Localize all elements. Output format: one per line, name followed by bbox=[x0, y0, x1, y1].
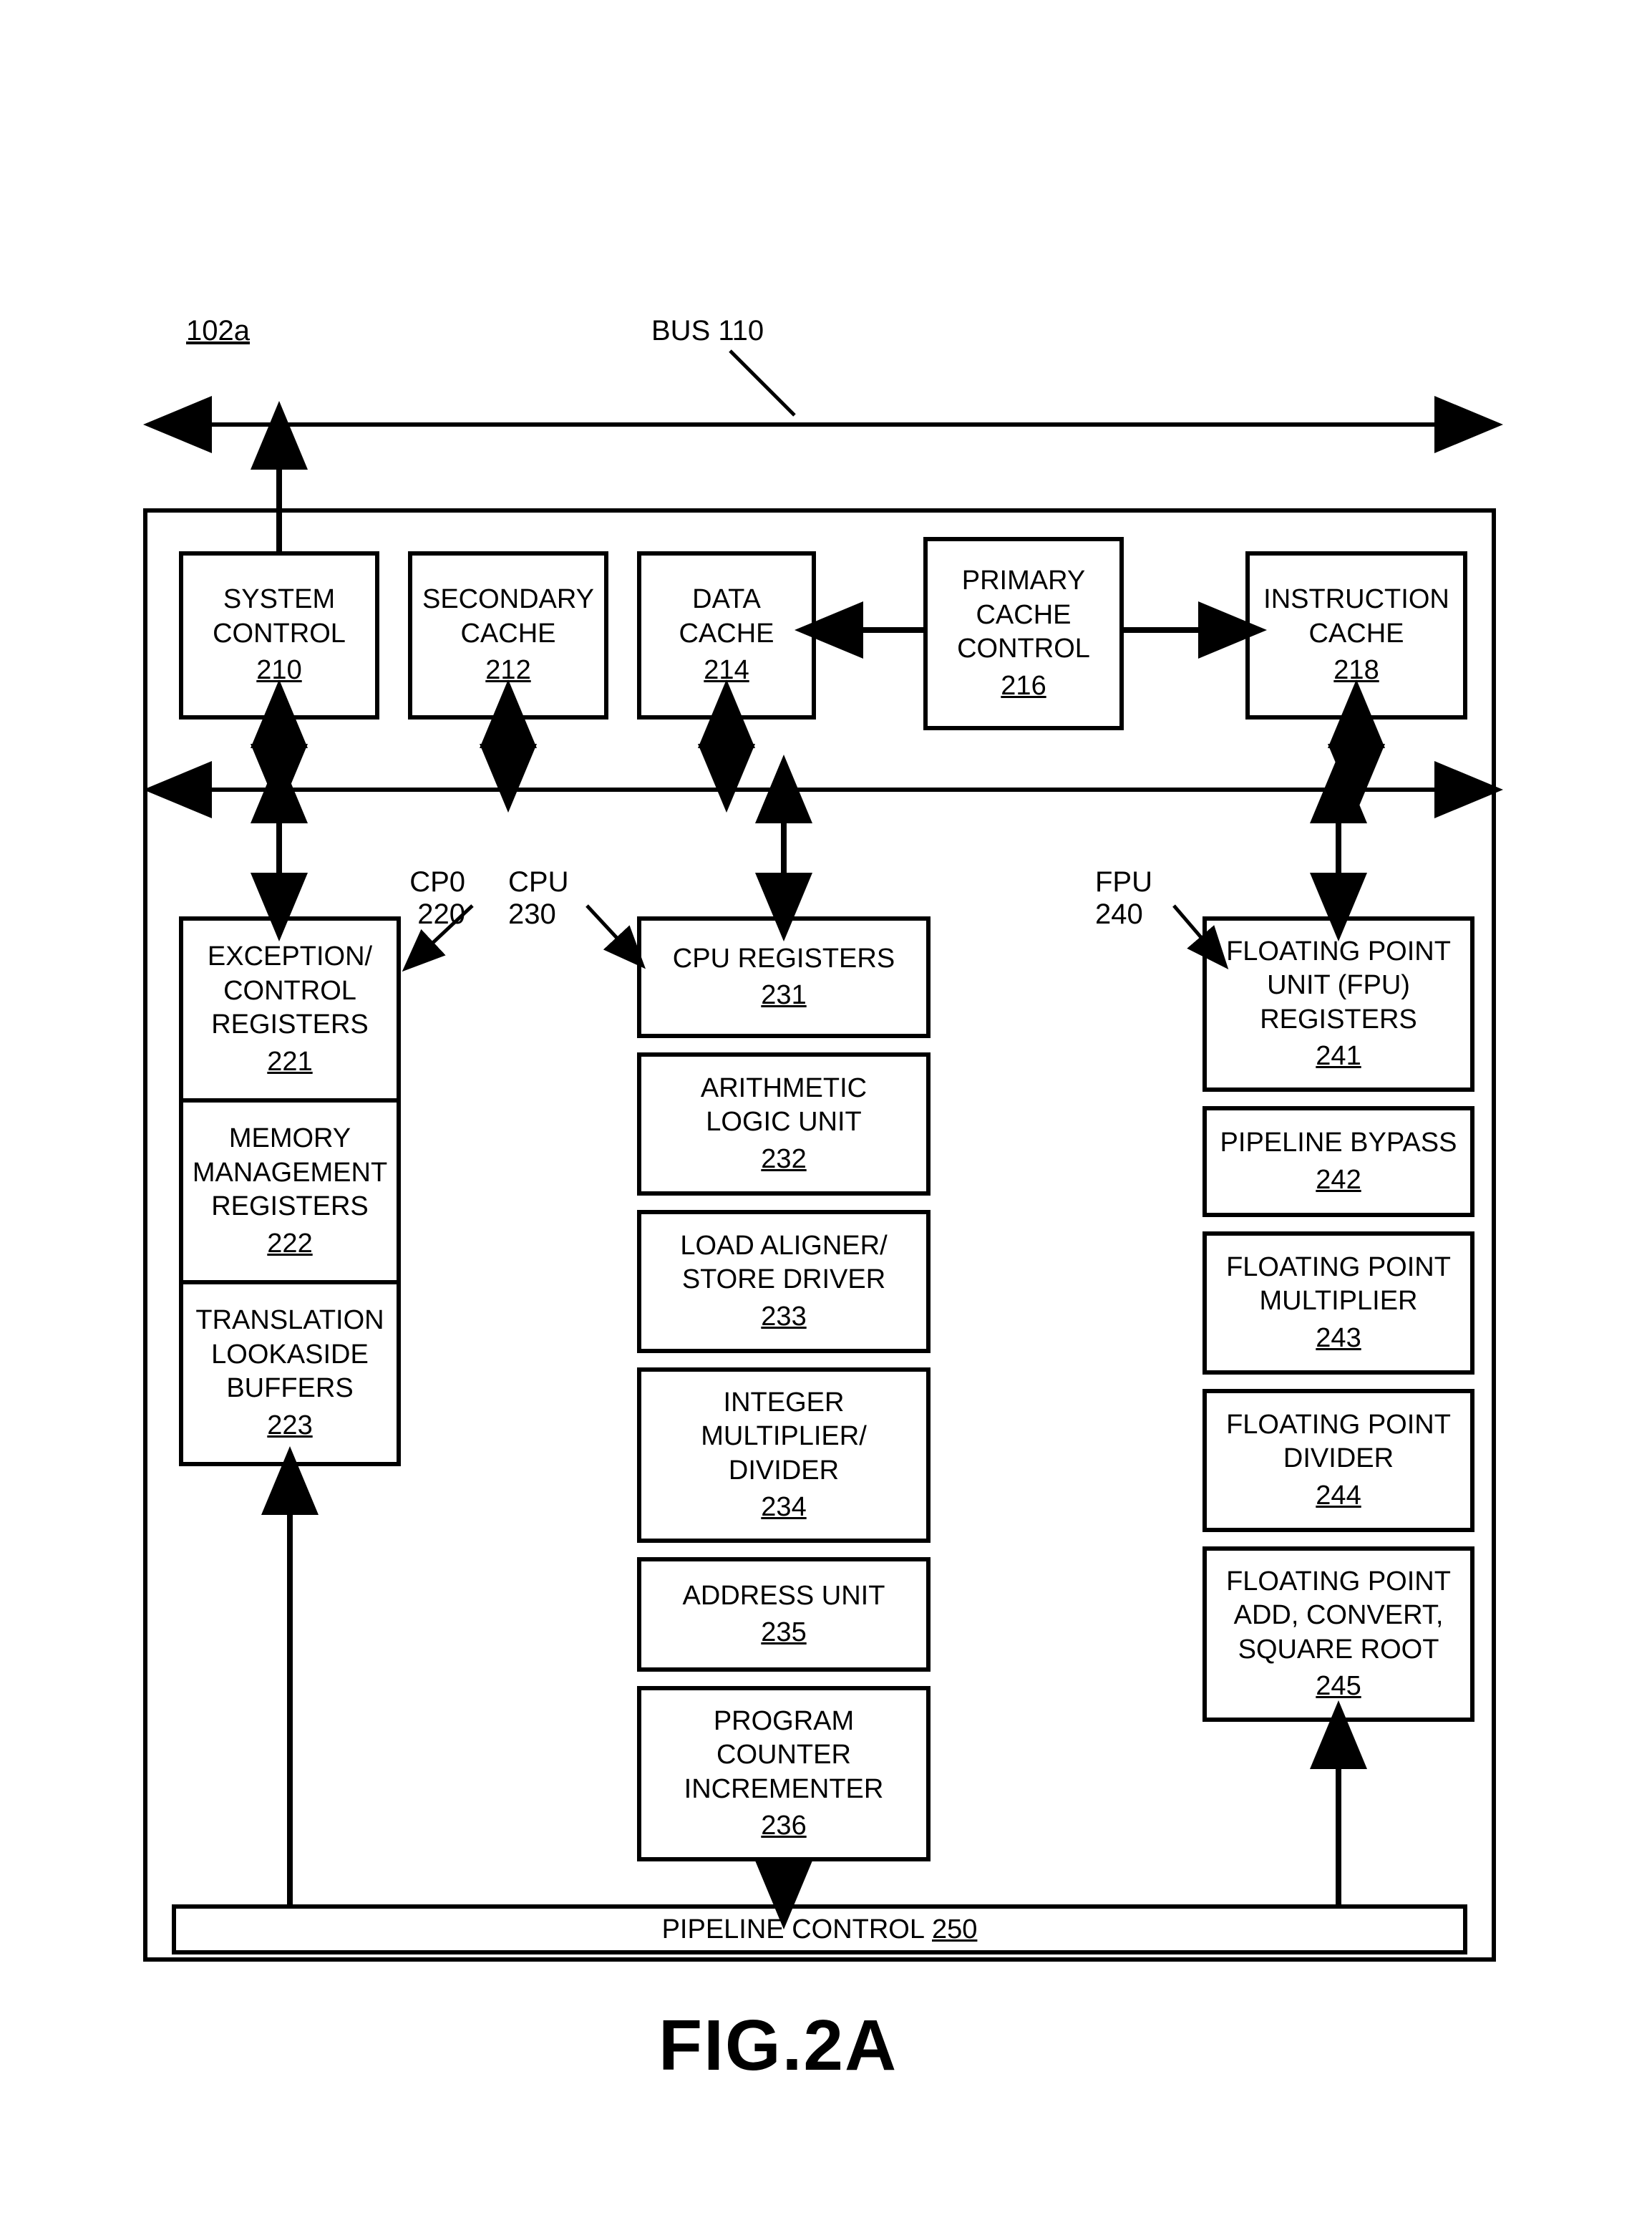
fpu-registers-box: FLOATING POINT UNIT (FPU) REGISTERS 241 bbox=[1202, 916, 1474, 1092]
fp-multiplier-box: FLOATING POINT MULTIPLIER 243 bbox=[1202, 1231, 1474, 1375]
l2: MULTIPLIER bbox=[1259, 1284, 1417, 1319]
ref: 242 bbox=[1316, 1163, 1361, 1198]
cpu-registers-box: CPU REGISTERS 231 bbox=[637, 916, 931, 1038]
ref: 223 bbox=[267, 1409, 312, 1443]
l2: STORE DRIVER bbox=[682, 1263, 885, 1297]
fp-add-conv-sqrt-box: FLOATING POINT ADD, CONVERT, SQUARE ROOT… bbox=[1202, 1546, 1474, 1722]
l2: ADD, CONVERT, bbox=[1234, 1599, 1444, 1633]
l1: FLOATING POINT bbox=[1226, 935, 1451, 969]
l2: UNIT (FPU) bbox=[1267, 969, 1410, 1003]
pipeline-control-box: PIPELINE CONTROL 250 bbox=[172, 1904, 1467, 1954]
fpu-label: FPU 240 bbox=[1095, 866, 1181, 931]
label: INSTRUCTION CACHE bbox=[1254, 583, 1459, 651]
label: SYSTEM CONTROL bbox=[188, 583, 371, 651]
pc-incrementer-box: PROGRAM COUNTER INCREMENTER 236 bbox=[637, 1686, 931, 1861]
fp-divider-box: FLOATING POINT DIVIDER 244 bbox=[1202, 1389, 1474, 1532]
ref: 250 bbox=[932, 1914, 977, 1945]
ref: 241 bbox=[1316, 1040, 1361, 1074]
translation-lookaside-buffers-box: TRANSLATION LOOKASIDE BUFFERS 223 bbox=[179, 1280, 401, 1466]
figure-ref-label: 102a bbox=[186, 315, 250, 347]
l3: SQUARE ROOT bbox=[1238, 1633, 1439, 1667]
system-control-box: SYSTEM CONTROL 210 bbox=[179, 551, 379, 720]
ref: 214 bbox=[704, 654, 749, 688]
l1: INTEGER bbox=[724, 1386, 845, 1420]
l1: EXCEPTION/ bbox=[208, 940, 372, 974]
ref: 236 bbox=[761, 1809, 806, 1844]
label: PIPELINE CONTROL bbox=[662, 1914, 925, 1945]
l1: FLOATING POINT bbox=[1226, 1251, 1451, 1285]
figure-caption: FIG.2A bbox=[659, 2005, 898, 2087]
label: ADDRESS UNIT bbox=[683, 1579, 885, 1614]
l2: MULTIPLIER/ bbox=[701, 1420, 867, 1454]
cpu-label: CPU 230 bbox=[508, 866, 594, 931]
l3: REGISTERS bbox=[211, 1008, 369, 1042]
bus-label: BUS 110 bbox=[651, 315, 764, 347]
load-store-box: LOAD ALIGNER/ STORE DRIVER 233 bbox=[637, 1210, 931, 1353]
ref: 245 bbox=[1316, 1670, 1361, 1704]
l2: MANAGEMENT bbox=[193, 1156, 387, 1191]
ref: 235 bbox=[761, 1616, 806, 1650]
exception-control-registers-box: EXCEPTION/ CONTROL REGISTERS 221 bbox=[179, 916, 401, 1103]
int-mul-div-box: INTEGER MULTIPLIER/ DIVIDER 234 bbox=[637, 1367, 931, 1543]
l2: DIVIDER bbox=[1283, 1442, 1394, 1476]
l3: DIVIDER bbox=[729, 1454, 839, 1488]
internal-bus-line bbox=[172, 788, 1474, 792]
label: DATA CACHE bbox=[646, 583, 807, 651]
l2: COUNTER bbox=[716, 1738, 851, 1773]
l2: LOGIC UNIT bbox=[706, 1105, 861, 1140]
l3: BUFFERS bbox=[226, 1372, 353, 1406]
ref: 221 bbox=[267, 1045, 312, 1080]
diagram-page: 102a BUS 110 SYSTEM CONTROL 210 SECONDAR… bbox=[0, 0, 1652, 2238]
alu-box: ARITHMETIC LOGIC UNIT 232 bbox=[637, 1052, 931, 1196]
ref: 234 bbox=[761, 1491, 806, 1525]
l1: FLOATING POINT bbox=[1226, 1408, 1451, 1443]
ref: 244 bbox=[1316, 1479, 1361, 1513]
l1: LOAD ALIGNER/ bbox=[680, 1229, 887, 1264]
l2: CONTROL bbox=[223, 974, 356, 1009]
address-unit-box: ADDRESS UNIT 235 bbox=[637, 1557, 931, 1672]
label-l1: PRIMARY bbox=[962, 564, 1085, 599]
instruction-cache-box: INSTRUCTION CACHE 218 bbox=[1245, 551, 1467, 720]
ref: 231 bbox=[761, 979, 806, 1013]
l1: FLOATING POINT bbox=[1226, 1565, 1451, 1599]
data-cache-box: DATA CACHE 214 bbox=[637, 551, 816, 720]
ref: 216 bbox=[1001, 669, 1046, 704]
pipeline-bypass-box: PIPELINE BYPASS 242 bbox=[1202, 1106, 1474, 1217]
ref: 232 bbox=[761, 1143, 806, 1177]
l3: INCREMENTER bbox=[684, 1773, 884, 1807]
bus-110-line bbox=[172, 422, 1474, 427]
l2: LOOKASIDE bbox=[211, 1338, 369, 1372]
label: CPU REGISTERS bbox=[673, 942, 895, 977]
ref: 222 bbox=[267, 1227, 312, 1261]
l1: MEMORY bbox=[229, 1122, 351, 1156]
l3: REGISTERS bbox=[1260, 1003, 1417, 1037]
label: PIPELINE BYPASS bbox=[1220, 1126, 1457, 1161]
label-l2: CACHE bbox=[976, 599, 1071, 633]
ref: 233 bbox=[761, 1300, 806, 1334]
label: SECONDARY CACHE bbox=[417, 583, 600, 651]
l3: REGISTERS bbox=[211, 1190, 369, 1224]
ref: 210 bbox=[256, 654, 301, 688]
label-l3: CONTROL bbox=[957, 632, 1090, 667]
l1: ARITHMETIC bbox=[701, 1072, 867, 1106]
primary-cache-control-box: PRIMARY CACHE CONTROL 216 bbox=[923, 537, 1124, 730]
l1: PROGRAM bbox=[714, 1705, 854, 1739]
l1: TRANSLATION bbox=[195, 1304, 384, 1338]
ref: 212 bbox=[485, 654, 530, 688]
ref: 243 bbox=[1316, 1322, 1361, 1356]
ref: 218 bbox=[1333, 654, 1379, 688]
secondary-cache-box: SECONDARY CACHE 212 bbox=[408, 551, 608, 720]
memory-management-registers-box: MEMORY MANAGEMENT REGISTERS 222 bbox=[179, 1098, 401, 1284]
